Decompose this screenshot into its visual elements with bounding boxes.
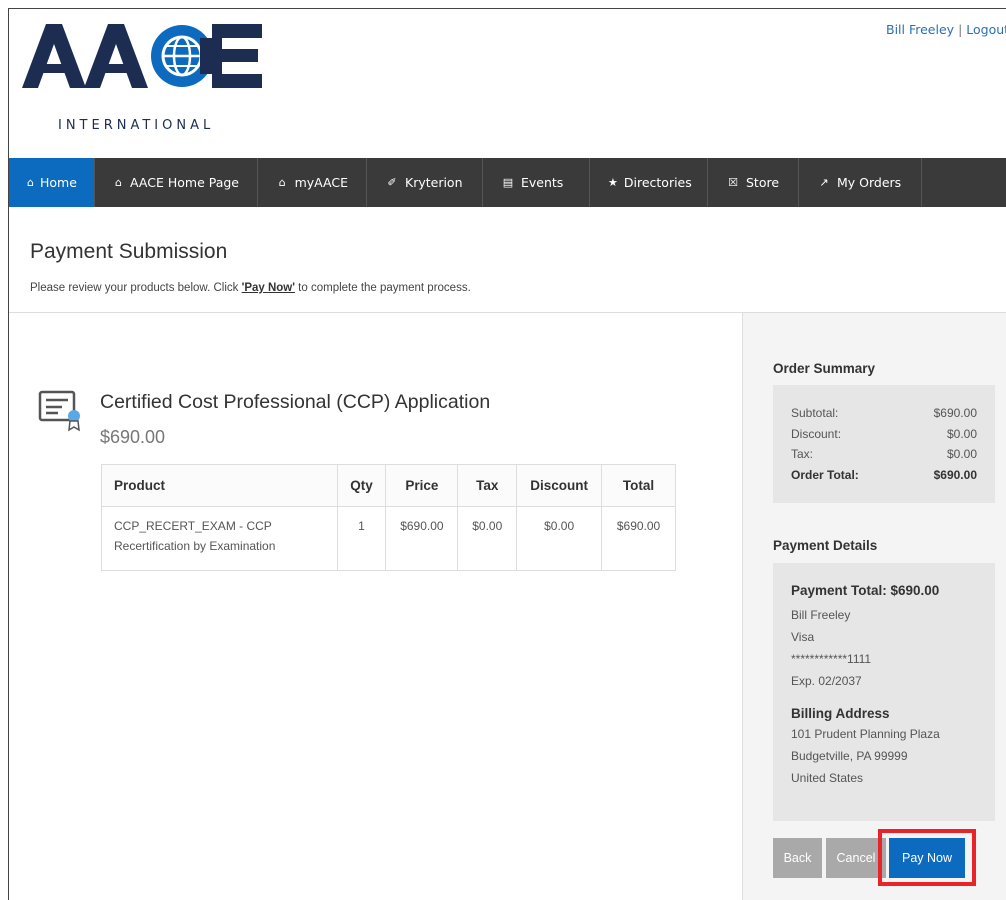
nav-item-label: Home [39, 175, 77, 190]
summary-row-discount: Discount: $0.00 [791, 424, 977, 445]
summary-row-order-total: Order Total: $690.00 [791, 465, 977, 486]
cell-price: $690.00 [385, 506, 459, 571]
payment-details-title: Payment Details [773, 538, 878, 553]
user-links: Bill Freeley | Logout [886, 22, 1006, 37]
summary-label: Order Total: [791, 467, 859, 482]
subtitle-text-after: to complete the payment process. [294, 282, 471, 294]
column-header-tax: Tax [457, 464, 518, 507]
nav-item-store[interactable]: ☒ Store [708, 158, 799, 207]
address-line-2: Budgetville, PA 99999 [791, 749, 908, 763]
cardholder-name: Bill Freeley [791, 608, 851, 622]
nav-item-myaace[interactable]: ⌂ myAACE [258, 158, 367, 207]
order-sidebar: Order Summary Subtotal: $690.00 Discount… [742, 313, 1006, 900]
order-summary-box: Subtotal: $690.00 Discount: $0.00 Tax: $… [773, 385, 995, 503]
summary-value: $0.00 [946, 447, 977, 461]
address-line-3: United States [791, 771, 864, 785]
home-icon: ⌂ [278, 176, 286, 189]
nav-item-label: Events [521, 175, 564, 190]
summary-value: $690.00 [933, 406, 977, 420]
nav-item-label: AACE Home Page [130, 175, 239, 190]
edit-icon: ✐ [387, 176, 397, 189]
column-header-discount: Discount [516, 464, 603, 507]
pay-now-button[interactable]: Pay Now [889, 838, 965, 878]
nav-item-events[interactable]: ▤ Events [483, 158, 590, 207]
nav-item-label: Directories [623, 175, 692, 190]
nav-item-label: Store [746, 175, 780, 190]
cell-discount: $0.00 [516, 506, 603, 571]
column-header-product: Product [101, 464, 338, 507]
payment-details-box: Payment Total: $690.00 Bill Freeley Visa… [773, 563, 995, 821]
logout-link[interactable]: Logout [966, 22, 1006, 37]
card-expiry: Exp. 02/2037 [791, 674, 862, 688]
page-title: Payment Submission [30, 240, 228, 263]
table-row: CCP_RECERT_EXAM - CCP Recertification by… [101, 506, 676, 571]
cell-tax: $0.00 [457, 506, 518, 571]
calendar-icon: ▤ [502, 176, 514, 189]
pin-icon: ↗ [819, 176, 829, 189]
order-summary-title: Order Summary [773, 361, 876, 376]
payment-total: Payment Total: $690.00 [791, 583, 940, 598]
product-price: $690.00 [100, 427, 166, 447]
page-subtitle: Please review your products below. Click… [30, 282, 471, 294]
summary-row-tax: Tax: $0.00 [791, 444, 977, 465]
card-type: Visa [791, 630, 815, 644]
link-separator: | [958, 22, 963, 37]
cart-icon: ☒ [728, 176, 738, 189]
summary-label: Discount: [791, 426, 842, 441]
certificate-icon [38, 390, 80, 432]
star-icon: ★ [608, 176, 618, 189]
nav-item-label: My Orders [837, 175, 902, 190]
summary-label: Tax: [791, 447, 814, 461]
products-table: Product Qty Price Tax Discount Total CCP… [101, 464, 676, 571]
cancel-button[interactable]: Cancel [826, 838, 886, 878]
pay-now-inline-link[interactable]: 'Pay Now' [242, 282, 295, 294]
nav-item-my-orders[interactable]: ↗ My Orders [799, 158, 922, 207]
table-header-row: Product Qty Price Tax Discount Total [101, 464, 676, 507]
summary-label: Subtotal: [791, 406, 839, 420]
nav-item-directories[interactable]: ★ Directories [590, 158, 708, 207]
column-header-qty: Qty [336, 464, 387, 507]
nav-item-home[interactable]: ⌂ Home [9, 158, 95, 207]
nav-item-aace-home-page[interactable]: ⌂ AACE Home Page [95, 158, 258, 207]
product-code: CCP_RECERT_EXAM - CCP [114, 519, 272, 533]
summary-value: $0.00 [946, 426, 977, 441]
cell-qty: 1 [336, 506, 387, 571]
home-icon: ⌂ [27, 176, 34, 189]
cell-total: $690.00 [601, 506, 676, 571]
summary-row-subtotal: Subtotal: $690.00 [791, 403, 977, 424]
user-name-link[interactable]: Bill Freeley [886, 22, 954, 37]
product-description: Recertification by Examination [114, 539, 276, 553]
nav-item-label: myAACE [294, 175, 348, 190]
column-header-total: Total [601, 464, 676, 507]
summary-value: $690.00 [933, 467, 977, 482]
product-name: Certified Cost Professional (CCP) Applic… [100, 391, 491, 413]
main-nav: ⌂ Home ⌂ AACE Home Page ⌂ myAACE ✐ Kryterion ▤ Ev… [9, 158, 1006, 207]
subtitle-text-before: Please review your products below. Click [30, 282, 242, 294]
logo-subtext: INTERNATIONAL [58, 118, 215, 133]
home-icon: ⌂ [115, 176, 122, 189]
card-number: ************1111 [791, 652, 872, 666]
billing-address-title: Billing Address [791, 706, 890, 721]
nav-item-label: Kryterion [405, 175, 463, 190]
cell-product: CCP_RECERT_EXAM - CCP Recertification by… [101, 506, 338, 571]
back-button[interactable]: Back [773, 838, 822, 878]
column-header-price: Price [385, 464, 459, 507]
address-line-1: 101 Prudent Planning Plaza [791, 727, 940, 741]
nav-item-kryterion[interactable]: ✐ Kryterion [367, 158, 483, 207]
